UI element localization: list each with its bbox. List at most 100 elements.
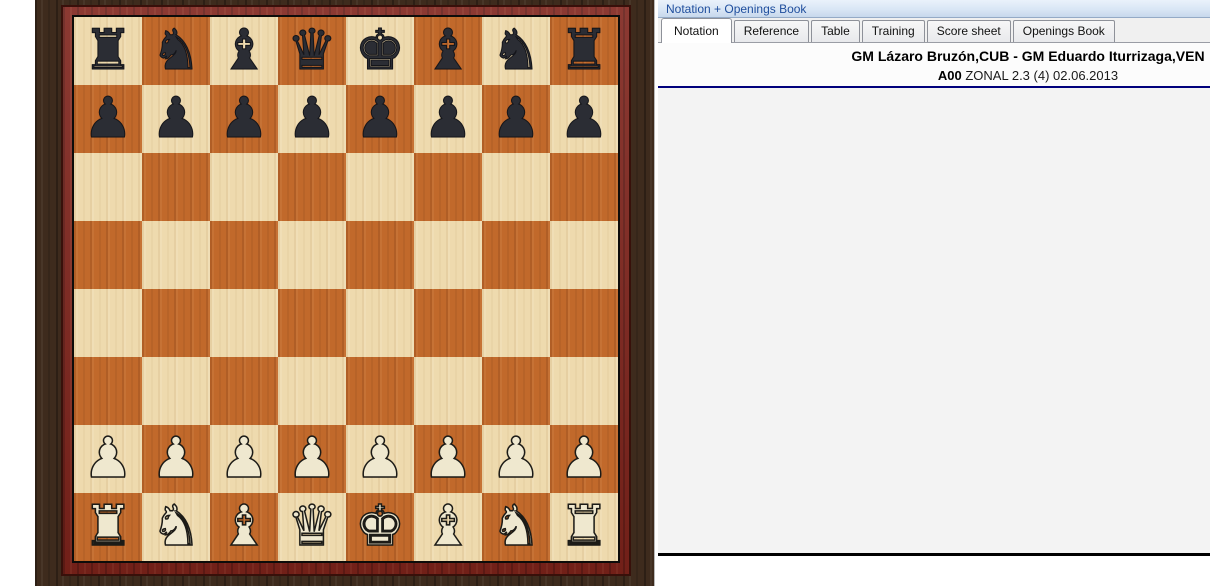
square-h3[interactable] xyxy=(550,357,618,425)
square-b8[interactable]: ♞ xyxy=(142,17,210,85)
white-king[interactable]: ♚ xyxy=(354,493,406,561)
black-rook[interactable]: ♜ xyxy=(82,17,133,85)
square-c4[interactable] xyxy=(210,289,278,357)
square-f6[interactable] xyxy=(414,153,482,221)
square-g3[interactable] xyxy=(482,357,550,425)
square-c3[interactable] xyxy=(210,357,278,425)
square-c2[interactable]: ♟ xyxy=(210,425,278,493)
square-d6[interactable] xyxy=(278,153,346,221)
square-f5[interactable] xyxy=(414,221,482,289)
tab-score-sheet[interactable]: Score sheet xyxy=(926,20,1011,42)
pane-titlebar[interactable]: Notation + Openings Book xyxy=(658,0,1210,18)
square-e7[interactable]: ♟ xyxy=(346,85,414,153)
notation-body[interactable] xyxy=(658,90,1210,553)
white-bishop[interactable]: ♝ xyxy=(218,493,270,561)
square-c1[interactable]: ♝ xyxy=(210,493,278,561)
square-d1[interactable]: ♛ xyxy=(278,493,346,561)
tab-table[interactable]: Table xyxy=(811,20,860,42)
square-e2[interactable]: ♟ xyxy=(346,425,414,493)
square-b4[interactable] xyxy=(142,289,210,357)
tab-reference[interactable]: Reference xyxy=(733,20,810,42)
white-pawn[interactable]: ♟ xyxy=(82,425,134,493)
square-f7[interactable]: ♟ xyxy=(414,85,482,153)
square-b1[interactable]: ♞ xyxy=(142,493,210,561)
white-pawn[interactable]: ♟ xyxy=(422,425,474,493)
square-d4[interactable] xyxy=(278,289,346,357)
square-b3[interactable] xyxy=(142,357,210,425)
openings-book-area[interactable] xyxy=(658,556,1210,586)
square-f2[interactable]: ♟ xyxy=(414,425,482,493)
square-f3[interactable] xyxy=(414,357,482,425)
square-a5[interactable] xyxy=(74,221,142,289)
square-g8[interactable]: ♞ xyxy=(482,17,550,85)
square-b5[interactable] xyxy=(142,221,210,289)
black-bishop[interactable]: ♝ xyxy=(218,17,269,85)
square-h4[interactable] xyxy=(550,289,618,357)
square-h5[interactable] xyxy=(550,221,618,289)
white-pawn[interactable]: ♟ xyxy=(354,425,406,493)
white-bishop[interactable]: ♝ xyxy=(422,493,474,561)
tab-notation[interactable]: Notation xyxy=(661,18,732,43)
black-pawn[interactable]: ♟ xyxy=(558,85,609,153)
tab-training[interactable]: Training xyxy=(861,20,925,42)
square-c6[interactable] xyxy=(210,153,278,221)
white-pawn[interactable]: ♟ xyxy=(218,425,270,493)
black-pawn[interactable]: ♟ xyxy=(422,85,473,153)
square-a4[interactable] xyxy=(74,289,142,357)
square-f8[interactable]: ♝ xyxy=(414,17,482,85)
black-pawn[interactable]: ♟ xyxy=(490,85,541,153)
black-knight[interactable]: ♞ xyxy=(150,17,201,85)
square-c7[interactable]: ♟ xyxy=(210,85,278,153)
square-b2[interactable]: ♟ xyxy=(142,425,210,493)
square-a2[interactable]: ♟ xyxy=(74,425,142,493)
square-e3[interactable] xyxy=(346,357,414,425)
black-king[interactable]: ♚ xyxy=(354,17,405,85)
white-rook[interactable]: ♜ xyxy=(82,493,134,561)
square-g4[interactable] xyxy=(482,289,550,357)
white-pawn[interactable]: ♟ xyxy=(558,425,610,493)
white-rook[interactable]: ♜ xyxy=(558,493,610,561)
square-g7[interactable]: ♟ xyxy=(482,85,550,153)
black-pawn[interactable]: ♟ xyxy=(82,85,133,153)
square-e5[interactable] xyxy=(346,221,414,289)
white-knight[interactable]: ♞ xyxy=(150,493,202,561)
square-h6[interactable] xyxy=(550,153,618,221)
square-a3[interactable] xyxy=(74,357,142,425)
square-d3[interactable] xyxy=(278,357,346,425)
square-f1[interactable]: ♝ xyxy=(414,493,482,561)
square-d7[interactable]: ♟ xyxy=(278,85,346,153)
tab-openings-book[interactable]: Openings Book xyxy=(1012,20,1115,42)
white-pawn[interactable]: ♟ xyxy=(286,425,338,493)
square-e6[interactable] xyxy=(346,153,414,221)
black-knight[interactable]: ♞ xyxy=(490,17,541,85)
square-a6[interactable] xyxy=(74,153,142,221)
square-b7[interactable]: ♟ xyxy=(142,85,210,153)
square-a8[interactable]: ♜ xyxy=(74,17,142,85)
white-pawn[interactable]: ♟ xyxy=(150,425,202,493)
square-a7[interactable]: ♟ xyxy=(74,85,142,153)
square-d8[interactable]: ♛ xyxy=(278,17,346,85)
black-queen[interactable]: ♛ xyxy=(286,17,337,85)
chess-board[interactable]: ♜ ♞ ♝ ♛ ♚ ♝ ♞ ♜ ♟ ♟ ♟ ♟ ♟ ♟ ♟ ♟ ♟ ♟ ♟ ♟ ♟ ♟ ♟ ♟ ♜ ♞ ♝ ♛ ♚ ♝ ♞ ♜ xyxy=(74,17,618,561)
square-g6[interactable] xyxy=(482,153,550,221)
square-g2[interactable]: ♟ xyxy=(482,425,550,493)
square-h7[interactable]: ♟ xyxy=(550,85,618,153)
square-b6[interactable] xyxy=(142,153,210,221)
square-e1[interactable]: ♚ xyxy=(346,493,414,561)
white-queen[interactable]: ♛ xyxy=(286,493,338,561)
square-g5[interactable] xyxy=(482,221,550,289)
square-c5[interactable] xyxy=(210,221,278,289)
square-h8[interactable]: ♜ xyxy=(550,17,618,85)
square-e4[interactable] xyxy=(346,289,414,357)
square-d5[interactable] xyxy=(278,221,346,289)
square-d2[interactable]: ♟ xyxy=(278,425,346,493)
square-g1[interactable]: ♞ xyxy=(482,493,550,561)
black-pawn[interactable]: ♟ xyxy=(150,85,201,153)
black-pawn[interactable]: ♟ xyxy=(286,85,337,153)
square-h2[interactable]: ♟ xyxy=(550,425,618,493)
black-pawn[interactable]: ♟ xyxy=(218,85,269,153)
square-h1[interactable]: ♜ xyxy=(550,493,618,561)
square-a1[interactable]: ♜ xyxy=(74,493,142,561)
white-knight[interactable]: ♞ xyxy=(490,493,542,561)
black-bishop[interactable]: ♝ xyxy=(422,17,473,85)
